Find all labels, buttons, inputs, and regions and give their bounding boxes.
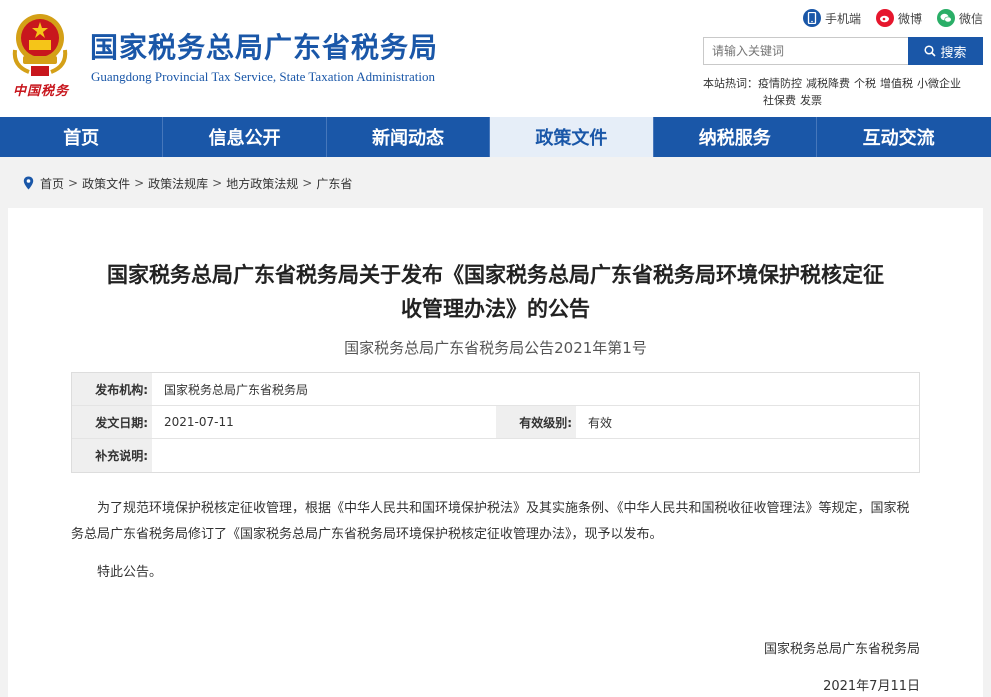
breadcrumb-item[interactable]: 政策法规库 bbox=[148, 175, 208, 192]
site-header: 中国税务 国家税务总局广东省税务局 Guangdong Provincial T… bbox=[0, 0, 991, 117]
article-title: 国家税务总局广东省税务局关于发布《国家税务总局广东省税务局环境保护税核定征 收管… bbox=[48, 258, 943, 326]
issuer-value: 国家税务总局广东省税务局 bbox=[164, 382, 309, 397]
note-label: 补充说明: bbox=[72, 439, 152, 472]
location-pin-icon bbox=[23, 176, 34, 190]
search-icon bbox=[924, 45, 937, 57]
main-nav: 首页 信息公开 新闻动态 政策文件 纳税服务 互动交流 bbox=[0, 117, 991, 157]
hot-word[interactable]: 个税 bbox=[854, 77, 876, 90]
wechat-label: 微信 bbox=[959, 11, 984, 26]
site-title[interactable]: 国家税务总局广东省税务局 bbox=[90, 26, 438, 66]
breadcrumb-item[interactable]: 首页 bbox=[40, 175, 64, 192]
hot-word[interactable]: 发票 bbox=[800, 94, 822, 107]
mobile-icon bbox=[803, 9, 821, 27]
sign-date: 2021年7月11日 bbox=[823, 679, 920, 694]
level-value: 有效 bbox=[588, 415, 613, 430]
breadcrumb: 首页 > 政策文件 > 政策法规库 > 地方政策法规 > 广东省 bbox=[23, 174, 352, 192]
hot-word[interactable]: 增值税 bbox=[880, 77, 913, 90]
article-title-line: 收管理办法》的公告 bbox=[401, 297, 590, 321]
search-button-label: 搜索 bbox=[940, 45, 967, 61]
article-title-line: 国家税务总局广东省税务局关于发布《国家税务总局广东省税务局环境保护税核定征 bbox=[107, 263, 884, 287]
article-paragraph: 特此公告。 bbox=[97, 565, 163, 580]
hot-word[interactable]: 减税降费 bbox=[806, 77, 850, 90]
signature: 国家税务总局广东省税务局 bbox=[763, 642, 920, 657]
hot-word[interactable]: 小微企业 bbox=[917, 77, 961, 90]
weibo-label: 微博 bbox=[898, 11, 923, 26]
wechat-link[interactable]: 微信 bbox=[937, 8, 983, 28]
mobile-link[interactable]: 手机端 bbox=[803, 8, 861, 28]
site-subtitle: Guangdong Provincial Tax Service, State … bbox=[91, 69, 435, 84]
meta-table: 发布机构: 国家税务总局广东省税务局 发文日期: 2021-07-11 有效级别… bbox=[71, 372, 920, 473]
nav-item-home[interactable]: 首页 bbox=[0, 117, 164, 157]
nav-item-info[interactable]: 信息公开 bbox=[163, 117, 327, 157]
nav-item-policy[interactable]: 政策文件 bbox=[490, 117, 654, 157]
date-label: 发文日期: bbox=[72, 406, 152, 438]
doc-number: 国家税务总局广东省税务局公告2021年第1号 bbox=[344, 339, 647, 357]
article: 国家税务总局广东省税务局关于发布《国家税务总局广东省税务局环境保护税核定征 收管… bbox=[8, 208, 983, 697]
meta-row: 发布机构: 国家税务总局广东省税务局 bbox=[72, 373, 919, 406]
meta-row: 补充说明: bbox=[72, 439, 919, 472]
weibo-icon bbox=[876, 9, 894, 27]
wechat-icon bbox=[937, 9, 955, 27]
issuer-label: 发布机构: bbox=[72, 373, 152, 405]
breadcrumb-item[interactable]: 广东省 bbox=[316, 175, 352, 192]
hot-words-label: 本站热词： bbox=[703, 77, 758, 90]
breadcrumb-item[interactable]: 政策文件 bbox=[82, 175, 130, 192]
nav-item-interact[interactable]: 互动交流 bbox=[817, 117, 980, 157]
level-label: 有效级别: bbox=[496, 406, 576, 438]
hot-words: 本站热词：疫情防控 减税降费 个税 增值税 小微企业 社保费 发票 bbox=[703, 75, 983, 109]
hot-word[interactable]: 社保费 bbox=[763, 94, 796, 107]
logo-text: 中国税务 bbox=[13, 84, 70, 99]
meta-row: 发文日期: 2021-07-11 有效级别: 有效 bbox=[72, 406, 919, 439]
nav-item-news[interactable]: 新闻动态 bbox=[327, 117, 491, 157]
breadcrumb-item[interactable]: 地方政策法规 bbox=[226, 175, 298, 192]
note-value bbox=[152, 439, 919, 472]
nav-item-service[interactable]: 纳税服务 bbox=[654, 117, 817, 157]
search-button[interactable]: 搜索 bbox=[908, 37, 983, 65]
mobile-label: 手机端 bbox=[825, 11, 862, 26]
hot-word[interactable]: 疫情防控 bbox=[758, 77, 802, 90]
article-body: 为了规范环境保护税核定征收管理，根据《中华人民共和国环境保护税法》及其实施条例、… bbox=[71, 496, 920, 598]
tax-emblem-icon bbox=[12, 14, 68, 76]
search-input[interactable] bbox=[703, 37, 908, 65]
date-value: 2021-07-11 bbox=[164, 415, 234, 429]
weibo-link[interactable]: 微博 bbox=[876, 8, 922, 28]
article-paragraph: 为了规范环境保护税核定征收管理，根据《中华人民共和国环境保护税法》及其实施条例、… bbox=[71, 501, 910, 542]
